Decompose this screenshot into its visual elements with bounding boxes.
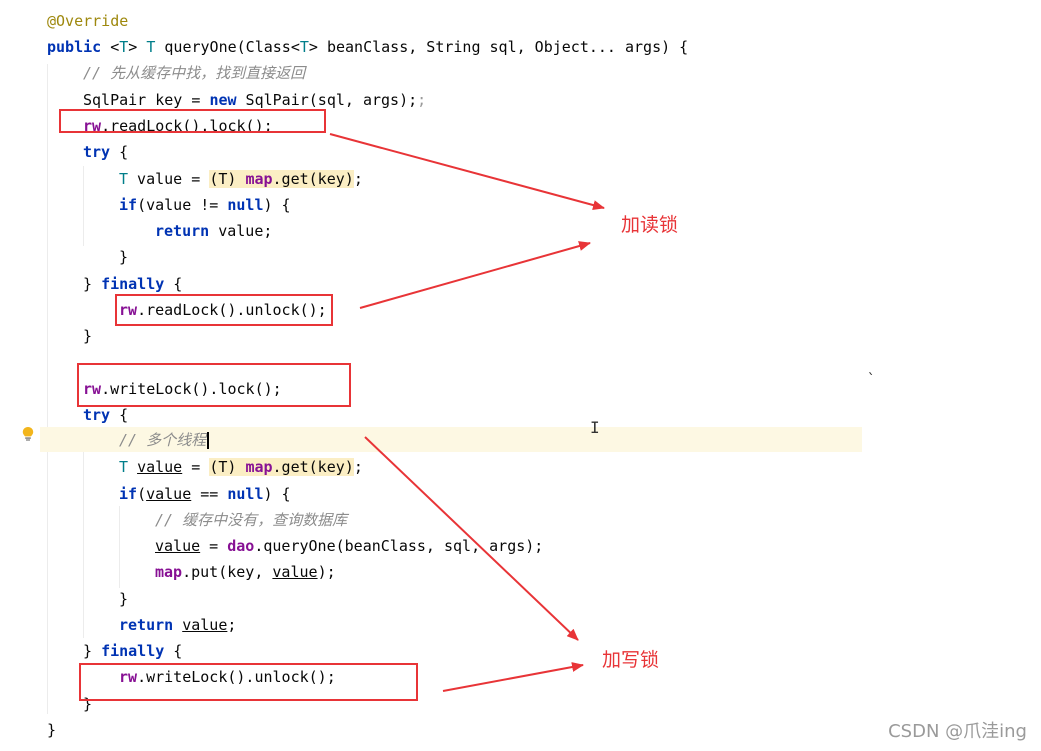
arrow-read-unlock [359, 241, 591, 309]
arrow-read-lock [329, 133, 605, 210]
arrow-write-unlock [442, 662, 584, 692]
arrow-write-lock [364, 436, 579, 641]
read-lock-label: 加读锁 [621, 214, 679, 236]
write-lock-label: 加写锁 [602, 649, 660, 671]
annotation-arrows [329, 133, 605, 692]
watermark: CSDN @爪洼ing [888, 721, 1027, 742]
